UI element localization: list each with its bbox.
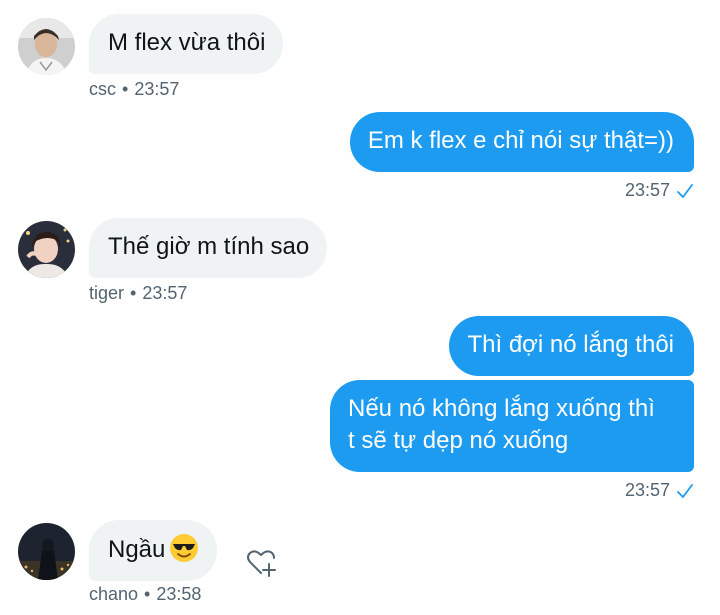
message-text-line: t sẽ tự dẹp nó xuống	[348, 427, 569, 454]
avatar-csc-image	[18, 18, 75, 75]
meta-separator: •	[130, 283, 137, 303]
message-text: Ngầu	[108, 536, 166, 563]
message-bubble-incoming[interactable]: M flex vừa thôi	[89, 14, 284, 74]
message-time: 23:57	[624, 180, 670, 200]
message-text: Thì đợi nó lắng thôi	[467, 331, 674, 358]
message-bubble-outgoing[interactable]: Em k flex e chỉ nói sự thật=))	[349, 112, 694, 172]
avatar-tiger-image	[18, 221, 75, 278]
message-bubble-incoming[interactable]: Thế giờ m tính sao	[89, 218, 328, 278]
message-text: M flex vừa thôi	[108, 29, 266, 56]
avatar-tiger[interactable]	[18, 221, 75, 278]
message-meta: chano • 23:58	[89, 583, 201, 605]
message-meta: 23:57	[625, 179, 694, 204]
heart-plus-icon[interactable]	[245, 546, 279, 580]
sender-name[interactable]: chano	[89, 584, 138, 604]
message-meta: tiger • 23:57	[89, 282, 187, 304]
message-time: 23:57	[134, 79, 180, 99]
sender-name[interactable]: tiger	[89, 283, 124, 303]
avatar-csc[interactable]	[18, 18, 75, 75]
message-meta: csc • 23:57	[89, 78, 179, 100]
message-time: 23:58	[156, 584, 202, 604]
message-bubble-incoming[interactable]: Ngầu	[89, 520, 218, 581]
checkmark-icon	[676, 182, 694, 204]
message-text: Em k flex e chỉ nói sự thật=))	[367, 127, 674, 154]
message-bubble-outgoing[interactable]: Nếu nó không lắng xuống thì t sẽ tự dẹp …	[330, 380, 694, 472]
smiling-face-with-sunglasses-icon	[169, 533, 199, 563]
avatar-chano[interactable]	[18, 523, 75, 580]
message-time: 23:57	[624, 480, 670, 500]
message-text-line: Nếu nó không lắng xuống thì	[348, 395, 655, 422]
checkmark-icon	[676, 482, 694, 504]
avatar-chano-image	[18, 523, 75, 580]
meta-separator: •	[144, 584, 151, 604]
message-time: 23:57	[142, 283, 188, 303]
message-meta: 23:57	[625, 479, 694, 504]
message-bubble-outgoing[interactable]: Thì đợi nó lắng thôi	[449, 316, 694, 376]
meta-separator: •	[122, 79, 129, 99]
message-text: Thế giờ m tính sao	[108, 233, 310, 260]
sender-name[interactable]: csc	[89, 79, 116, 99]
